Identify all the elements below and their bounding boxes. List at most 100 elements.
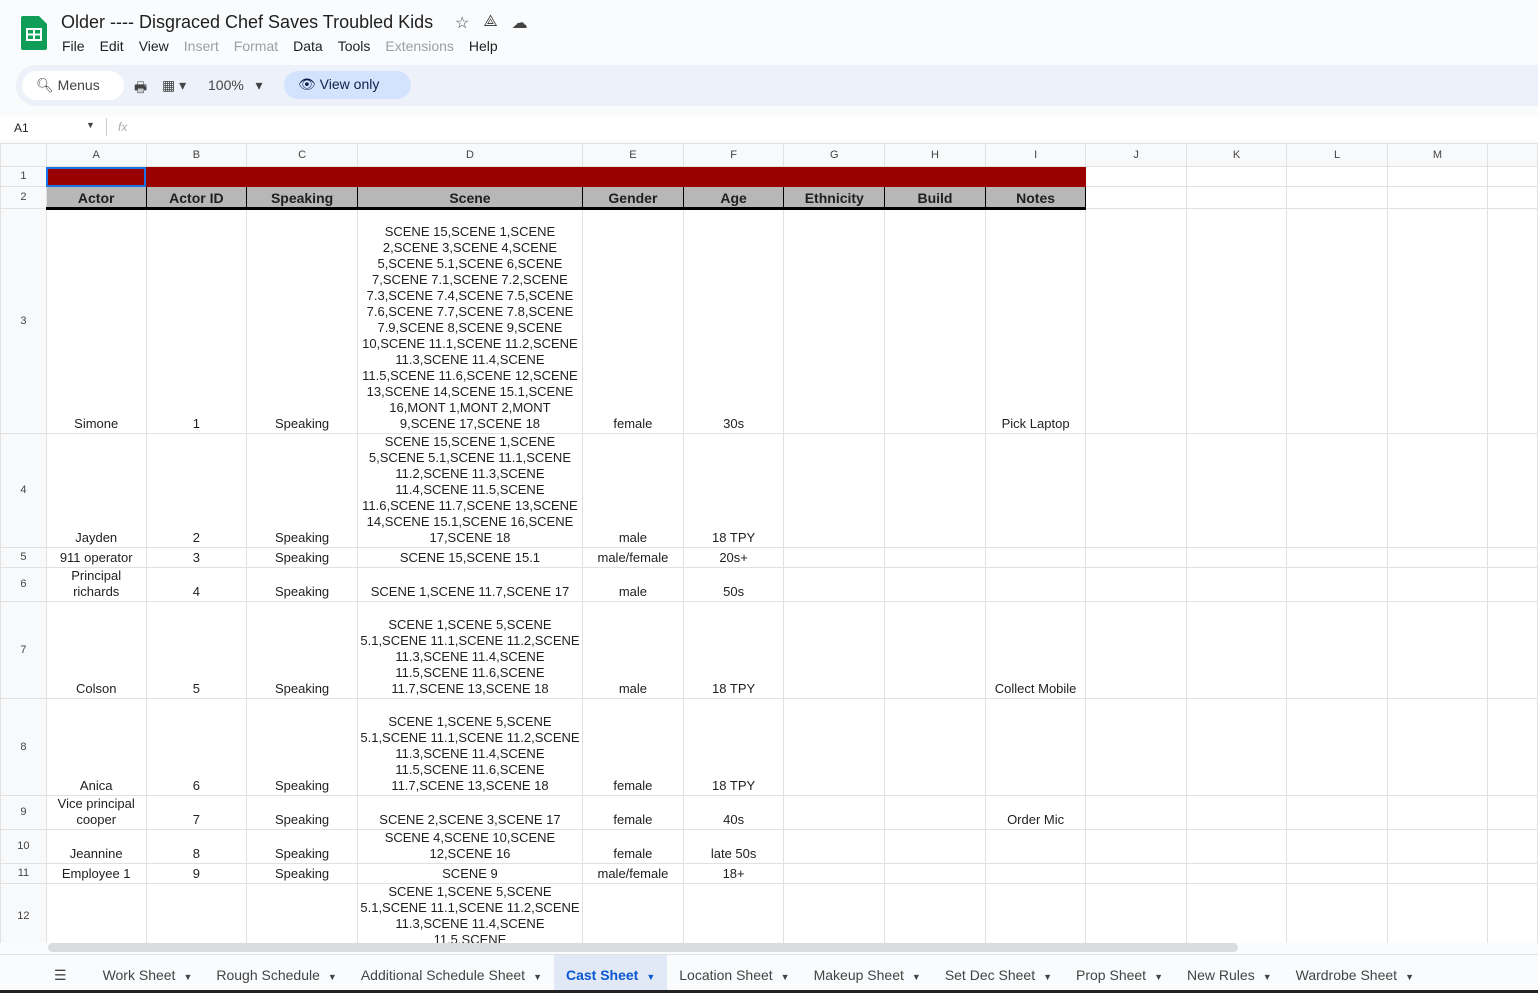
row-header[interactable]: 9 — [0, 795, 47, 830]
cell[interactable] — [1185, 829, 1288, 864]
cell[interactable] — [1286, 547, 1388, 568]
cell[interactable] — [1386, 601, 1489, 699]
header-cell[interactable]: Ethnicity — [783, 186, 886, 210]
select-all-corner[interactable] — [0, 143, 47, 167]
cell[interactable]: 3 — [145, 547, 248, 568]
cell[interactable]: 2 — [145, 433, 248, 548]
cell[interactable] — [783, 829, 886, 864]
row-header[interactable]: 11 — [0, 863, 47, 884]
row-header[interactable]: 6 — [0, 567, 47, 602]
cell[interactable] — [884, 208, 986, 434]
chevron-down-icon[interactable]: ▼ — [183, 972, 192, 982]
horizontal-scrollbar[interactable] — [48, 943, 1238, 952]
cell[interactable] — [783, 166, 886, 187]
cell[interactable] — [1085, 208, 1187, 434]
chevron-down-icon[interactable]: ▼ — [1263, 972, 1272, 982]
cell[interactable]: Speaking — [246, 567, 358, 602]
cell[interactable] — [1185, 166, 1288, 187]
cell[interactable] — [1487, 795, 1538, 830]
cell[interactable]: 40s — [682, 795, 785, 830]
cell[interactable] — [1185, 883, 1288, 943]
cell[interactable] — [1386, 795, 1489, 830]
cell[interactable]: 18 TPY — [682, 698, 785, 796]
sheet-tab[interactable]: Rough Schedule ▼ — [204, 955, 348, 993]
cell[interactable] — [1386, 186, 1489, 209]
cell[interactable] — [1286, 567, 1388, 602]
formula-input[interactable] — [142, 116, 1538, 140]
sheet-tab[interactable]: Cast Sheet ▼ — [553, 955, 668, 993]
cell[interactable] — [1286, 601, 1388, 699]
cell[interactable]: 9 — [145, 863, 248, 884]
cell[interactable]: Employee 1 — [45, 863, 147, 884]
cell[interactable]: Speaking — [246, 863, 358, 884]
cell[interactable]: Vice principal cooper — [45, 795, 147, 830]
cell[interactable] — [884, 698, 986, 796]
sheet-tab[interactable]: Location Sheet ▼ — [667, 955, 801, 993]
menu-help[interactable]: Help — [469, 38, 498, 54]
name-box[interactable]: A1 — [14, 121, 29, 135]
cell[interactable] — [1487, 601, 1538, 699]
cell[interactable]: female — [582, 795, 684, 830]
name-box-dropdown-icon[interactable]: ▼ — [86, 120, 95, 130]
cell[interactable] — [1487, 208, 1538, 434]
cell[interactable] — [984, 433, 1087, 548]
header-cell[interactable]: Build — [884, 186, 986, 210]
zoom-select[interactable]: 100% ▾ — [208, 77, 263, 94]
cell[interactable]: SCENE 1,SCENE 5,SCENE 5.1,SCENE 11.1,SCE… — [356, 601, 584, 699]
cell[interactable]: Jeannine — [45, 829, 147, 864]
cell[interactable] — [1386, 567, 1489, 602]
row-header[interactable]: 5 — [0, 547, 47, 568]
cell[interactable] — [1487, 863, 1538, 884]
cell[interactable] — [1085, 829, 1187, 864]
cell[interactable]: 18 TPY — [682, 433, 785, 548]
cell[interactable] — [1085, 186, 1187, 209]
cell[interactable] — [1085, 166, 1187, 187]
column-header-k[interactable]: K — [1185, 143, 1288, 167]
cell[interactable]: Simone — [45, 208, 147, 434]
cell[interactable]: female — [582, 829, 684, 864]
cell[interactable] — [783, 208, 886, 434]
row-header[interactable]: 7 — [0, 601, 47, 699]
cell[interactable] — [1386, 547, 1489, 568]
chevron-down-icon[interactable]: ▼ — [328, 972, 337, 982]
cell[interactable] — [884, 601, 986, 699]
cell[interactable] — [1185, 698, 1288, 796]
header-cell[interactable]: Actor ID — [145, 186, 248, 210]
chevron-down-icon[interactable]: ▼ — [533, 972, 542, 982]
cell[interactable]: 4 — [145, 567, 248, 602]
cell[interactable]: SCENE 1,SCENE 5,SCENE 5.1,SCENE 11.1,SCE… — [356, 883, 584, 943]
header-cell[interactable]: Speaking — [246, 186, 358, 210]
cell[interactable] — [783, 567, 886, 602]
cell[interactable] — [1286, 863, 1388, 884]
row-header[interactable]: 12 — [0, 883, 47, 943]
cell[interactable] — [884, 166, 986, 187]
cell[interactable] — [682, 883, 785, 943]
cell[interactable]: SCENE 15,SCENE 1,SCENE 5,SCENE 5.1,SCENE… — [356, 433, 584, 548]
cell[interactable] — [884, 829, 986, 864]
cell[interactable] — [1487, 433, 1538, 548]
cell[interactable] — [984, 883, 1087, 943]
column-header-a[interactable]: A — [45, 143, 147, 167]
cell[interactable]: female — [582, 698, 684, 796]
cell[interactable] — [1487, 829, 1538, 864]
cell[interactable]: Speaking — [246, 547, 358, 568]
cell[interactable] — [1085, 433, 1187, 548]
cell[interactable] — [783, 547, 886, 568]
cell[interactable]: Anica — [45, 698, 147, 796]
cell[interactable] — [884, 433, 986, 548]
menu-tools[interactable]: Tools — [338, 38, 371, 54]
cell[interactable]: late 50s — [682, 829, 785, 864]
sheet-tab[interactable]: Makeup Sheet ▼ — [802, 955, 933, 993]
cell[interactable] — [1185, 547, 1288, 568]
print-icon[interactable]: 🖶 — [134, 77, 147, 101]
cell[interactable] — [682, 166, 785, 187]
menu-format[interactable]: Format — [234, 38, 278, 54]
sheet-tab[interactable]: Work Sheet ▼ — [91, 955, 205, 993]
cell[interactable] — [783, 433, 886, 548]
cell[interactable] — [1487, 567, 1538, 602]
star-icon[interactable]: ☆ — [455, 13, 469, 33]
cell[interactable]: 1 — [145, 208, 248, 434]
cell[interactable]: SCENE 1,SCENE 5,SCENE 5.1,SCENE 11.1,SCE… — [356, 698, 584, 796]
header-cell[interactable]: Gender — [582, 186, 684, 210]
header-cell[interactable]: Scene — [356, 186, 584, 210]
